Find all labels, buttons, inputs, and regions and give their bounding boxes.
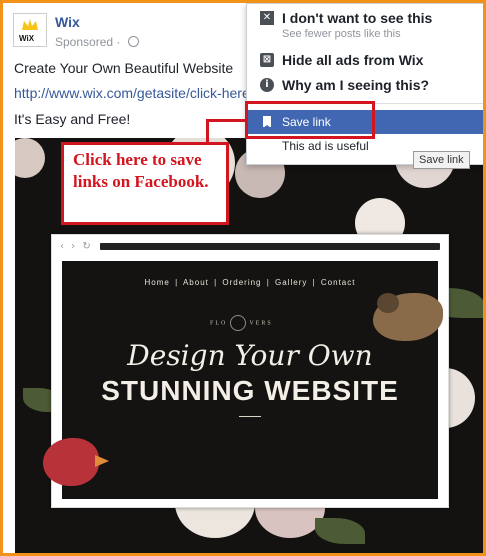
leaf-decoration [315,518,365,544]
menu-item-sublabel: See fewer posts like this [282,28,401,40]
site-brand-left: FLO [210,320,228,327]
hide-ads-icon: ⊠ [260,53,274,67]
crown-icon [22,19,38,30]
site-brand-right: VERS [249,320,273,327]
menu-item-hide-all-ads[interactable]: ⊠ Hide all ads from Wix [247,52,483,72]
globe-icon [127,36,139,47]
bird-head [377,293,399,313]
callout-connector [206,119,246,122]
hero-script-heading: Design Your Own [127,339,373,372]
wix-logo[interactable]: WiX [13,13,47,47]
screenshot-frame: WiX Wix Sponsored · Create Your Own Beau… [0,0,486,556]
sponsored-text: Sponsored · [55,35,124,49]
save-link-highlight [245,101,375,139]
browser-nav-icons: ‹ › ↻ [60,241,93,252]
ad-headline: Create Your Own Beautiful Website [14,60,234,76]
menu-item-useful[interactable]: This ad is useful [282,139,369,153]
site-brand: FLO VERS [210,315,273,331]
brand-flower-icon [230,315,247,331]
red-bird-illustration [43,438,99,486]
callout-text: Click here to save links on Facebook. [73,150,209,191]
menu-item-label: Hide all ads from Wix [282,52,424,68]
ad-link[interactable]: http://www.wix.com/getasite/click-here [14,85,250,101]
page-name-link[interactable]: Wix [55,14,80,30]
sponsored-label: Sponsored · [55,35,139,49]
menu-item-label: I don't want to see this [282,10,433,26]
menu-item-label: Why am I seeing this? [282,77,430,93]
ad-tagline: It's Easy and Free! [14,111,131,127]
close-icon: ✕ [260,11,274,25]
red-bird-beak [95,455,109,467]
logo-text: WiX [19,34,35,43]
flower-decoration [15,138,45,178]
site-nav: Home | About | Ordering | Gallery | Cont… [144,278,356,287]
info-icon: i [260,78,274,92]
hero-divider [239,416,261,417]
menu-item-why[interactable]: i Why am I seeing this? [247,77,483,97]
save-link-tooltip: Save link [413,151,470,169]
browser-url-bar [100,243,440,250]
hero-bold-heading: STUNNING WEBSITE [101,375,399,406]
post-options-menu: ✕ I don't want to see this See fewer pos… [246,3,483,165]
browser-mockup: ‹ › ↻ Home | About | Ordering | Gallery … [51,234,449,508]
callout-connector [206,119,209,144]
